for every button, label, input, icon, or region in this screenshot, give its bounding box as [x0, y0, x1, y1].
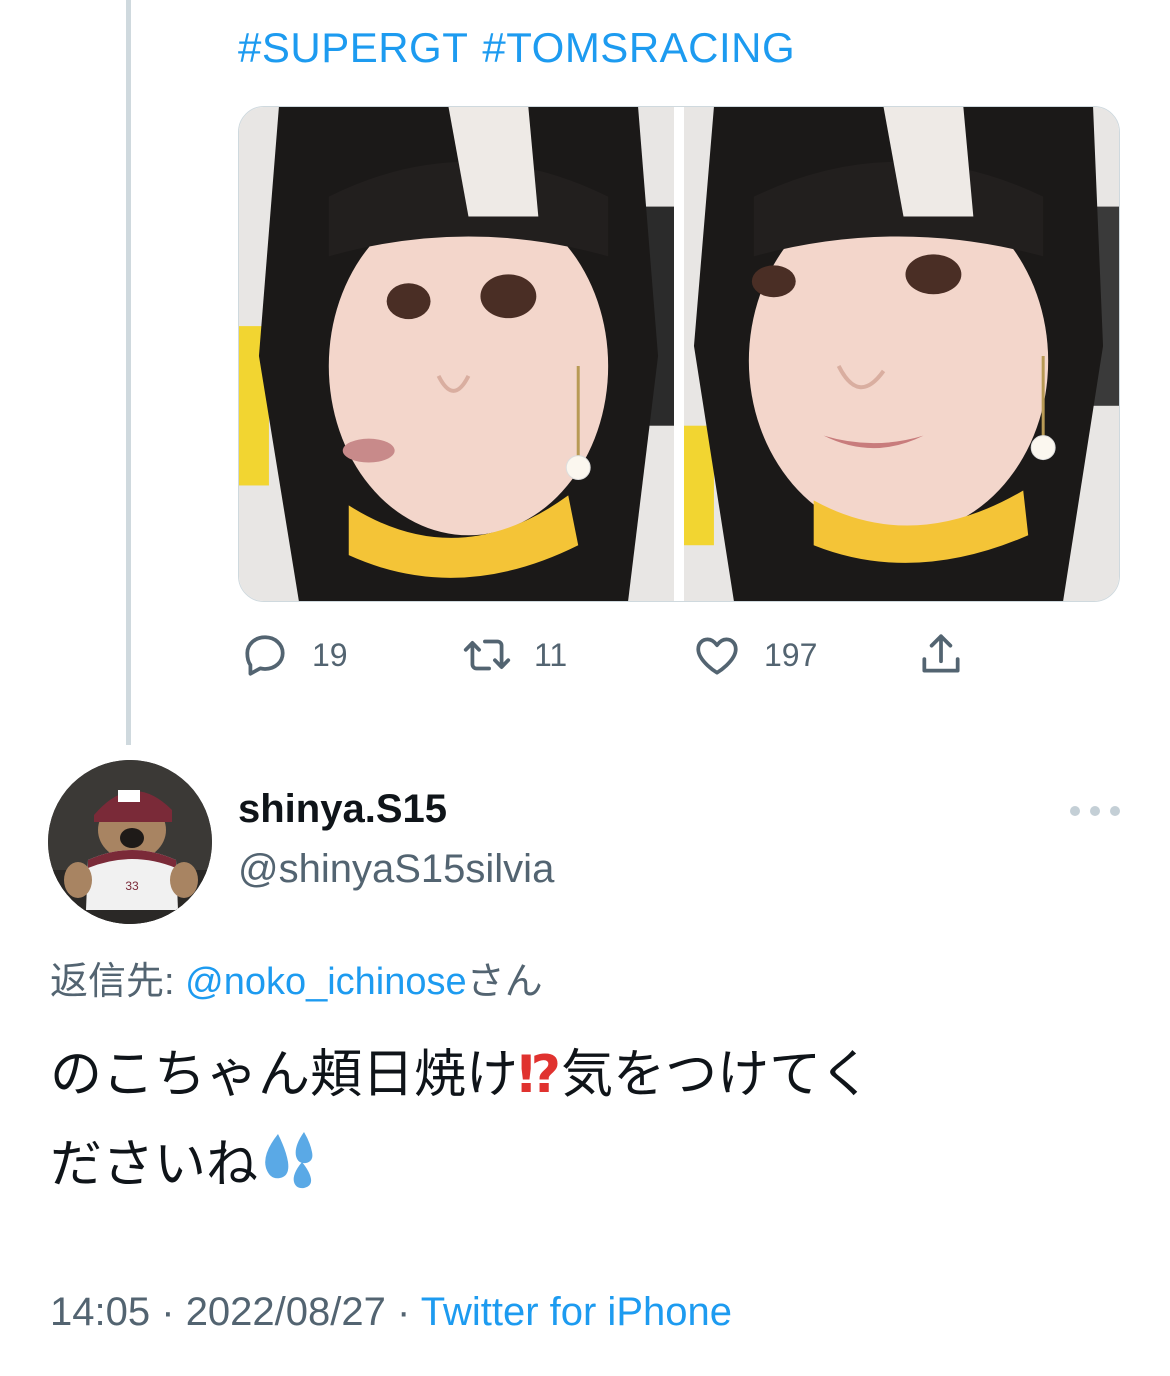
hashtag-link[interactable]: #SUPERGT: [238, 24, 468, 71]
more-dot-icon: [1110, 806, 1120, 816]
like-count: 197: [764, 636, 818, 673]
reply-suffix: さん: [466, 961, 543, 1003]
sweat-droplets-icon: [258, 1128, 324, 1218]
svg-text:33: 33: [125, 879, 139, 893]
hashtags: #SUPERGT #TOMSRACING: [238, 24, 809, 72]
reply-mention-link[interactable]: @noko_ichinose: [185, 961, 467, 1003]
tweet-text-part: ださいね: [50, 1136, 259, 1194]
separator: ·: [161, 1290, 175, 1334]
reply-icon: [245, 635, 285, 676]
tweet-source-link[interactable]: Twitter for iPhone: [421, 1290, 732, 1334]
tweet-text-part: のこちゃん頬日焼け: [50, 1046, 519, 1104]
display-name[interactable]: shinya.S15: [238, 787, 447, 832]
hashtag-link[interactable]: #TOMSRACING: [482, 24, 795, 71]
heart-icon: [696, 637, 738, 675]
exclamation-question-emoji: ⁉: [518, 1046, 562, 1104]
retweet-count: 11: [534, 636, 568, 673]
more-dot-icon: [1070, 806, 1080, 816]
tweet-date: 2022/08/27: [185, 1290, 386, 1334]
reply-button[interactable]: 19: [240, 630, 348, 680]
tweet-time: 14:05: [50, 1290, 151, 1334]
share-icon: [922, 634, 960, 673]
thread-connector-line: [126, 0, 131, 745]
share-button[interactable]: [916, 630, 966, 680]
separator: ·: [397, 1290, 411, 1334]
tweet-photo-2[interactable]: [684, 107, 1119, 601]
replying-to: 返信先: @noko_ichinoseさん: [50, 950, 543, 1005]
more-options-button[interactable]: [1070, 800, 1120, 822]
tweet-text: のこちゃん頬日焼け⁉気をつけてく ださいね: [50, 1030, 1130, 1218]
tweet-photo-1[interactable]: [239, 107, 674, 601]
more-dot-icon: [1090, 806, 1100, 816]
user-handle[interactable]: @shinyaS15silvia: [238, 847, 554, 892]
retweet-icon: [463, 639, 511, 671]
avatar[interactable]: 33: [48, 760, 212, 924]
reply-prefix: 返信先:: [50, 961, 175, 1003]
media-grid: [238, 106, 1120, 602]
retweet-button[interactable]: 11: [462, 630, 567, 680]
reply-count: 19: [312, 636, 348, 673]
like-button[interactable]: 197: [692, 630, 817, 680]
tweet-text-part: 気をつけてく: [561, 1046, 872, 1104]
tweet-actions-bar: 19 11 197: [238, 630, 978, 682]
tweet-timestamp-row: 14:05 · 2022/08/27 · Twitter for iPhone: [50, 1290, 732, 1335]
